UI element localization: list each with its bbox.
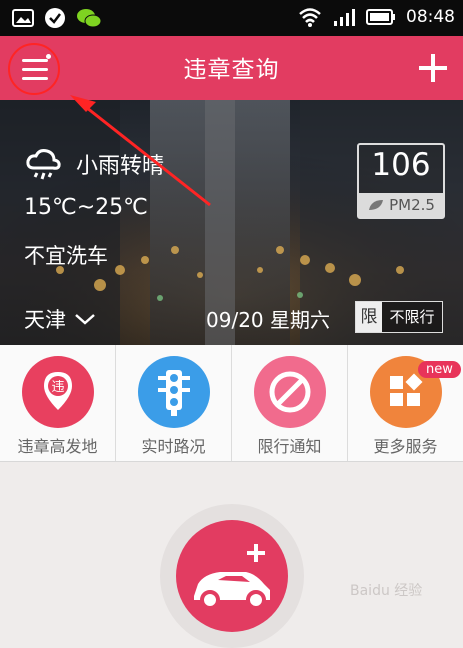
city-name: 天津	[24, 308, 66, 332]
service-restriction-notice[interactable]: 限行通知	[232, 345, 348, 461]
traffic-limit-badge: 限 不限行	[355, 301, 443, 333]
signal-icon	[334, 9, 355, 26]
add-car-icon	[176, 520, 288, 632]
wechat-icon	[77, 9, 102, 28]
violation-char: 违	[51, 380, 64, 395]
service-violation-hotspots[interactable]: 违 违章高发地	[0, 345, 116, 461]
weather-row: 小雨转晴	[24, 146, 164, 182]
services-grid: 违 违章高发地 实时路况 限行通知 new 更多服务	[0, 345, 463, 462]
limit-tag: 限	[356, 302, 382, 332]
battery-icon	[366, 9, 395, 25]
new-badge: new	[418, 361, 461, 378]
service-label: 更多服务	[373, 437, 438, 456]
cloud-rain-icon	[26, 149, 61, 180]
status-bar: 08:48	[0, 0, 463, 36]
chevron-down-icon	[75, 314, 95, 325]
clock: 08:48	[406, 7, 455, 27]
weather-hero: 小雨转晴 15℃~25℃ 不宜洗车 106 PM2.5 天津 09/20 星期六…	[0, 100, 463, 345]
plus-icon[interactable]	[417, 52, 449, 84]
add-car-button[interactable]	[160, 504, 304, 648]
city-selector[interactable]: 天津	[24, 304, 96, 334]
car-wash-advice: 不宜洗车	[24, 244, 108, 268]
pin-violation-icon: 违	[21, 356, 94, 428]
aqi-badge[interactable]: 106 PM2.5	[357, 143, 445, 219]
check-icon	[45, 8, 65, 28]
bottom-area: Baidu 经验	[0, 462, 463, 648]
watermark: Baidu 经验	[350, 583, 423, 599]
aqi-label-row: PM2.5	[359, 193, 443, 217]
app-bar: 违章查询	[0, 36, 463, 100]
page-title: 违章查询	[183, 57, 280, 83]
service-more[interactable]: new 更多服务	[348, 345, 463, 461]
service-label: 限行通知	[257, 437, 322, 456]
service-live-traffic[interactable]: 实时路况	[116, 345, 232, 461]
no-entry-icon	[253, 356, 326, 428]
weather-text: 小雨转晴	[76, 154, 165, 179]
limit-value: 不限行	[389, 308, 435, 326]
aqi-value: 106	[371, 147, 431, 183]
service-label: 实时路况	[141, 437, 206, 456]
traffic-light-icon	[137, 356, 210, 428]
date-weekday: 09/20 星期六	[206, 308, 330, 332]
leaf-icon	[369, 200, 384, 210]
wifi-icon	[299, 8, 321, 27]
aqi-label: PM2.5	[389, 196, 435, 214]
image-icon	[12, 9, 34, 27]
temperature-range: 15℃~25℃	[24, 195, 148, 220]
service-label: 违章高发地	[17, 437, 98, 456]
